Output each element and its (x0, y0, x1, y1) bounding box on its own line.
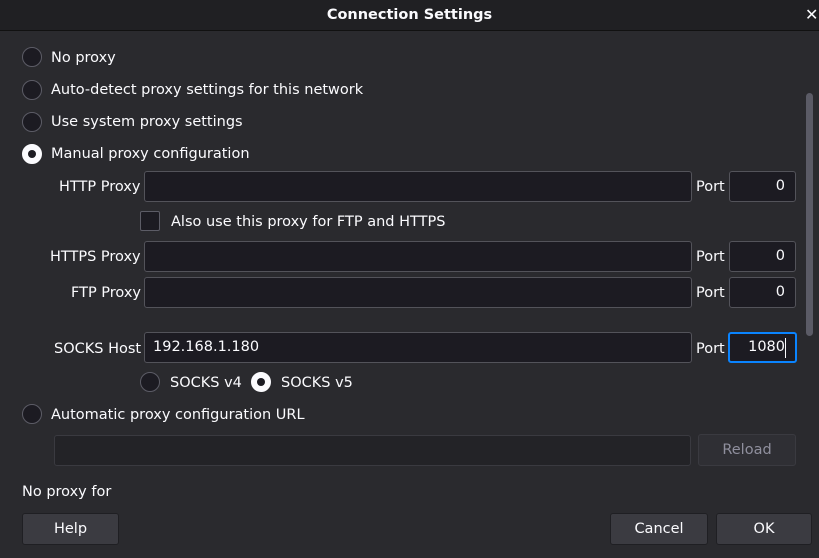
socks-host-input[interactable]: 192.168.1.180 (144, 332, 692, 363)
ftp-proxy-label: FTP Proxy (71, 285, 142, 301)
https-port-input[interactable]: 0 (729, 241, 796, 272)
socks-v5-label: SOCKS v5 (281, 375, 353, 391)
auto-url-input[interactable] (54, 435, 691, 466)
https-proxy-label: HTTPS Proxy (50, 249, 141, 265)
radio-manual-proxy[interactable] (22, 144, 42, 164)
http-proxy-input[interactable] (144, 171, 692, 202)
http-proxy-label: HTTP Proxy (59, 179, 141, 195)
socks-port-label: Port (696, 341, 725, 357)
auto-detect-label: Auto-detect proxy settings for this netw… (51, 82, 364, 98)
button-bar: Help Cancel OK (0, 506, 819, 558)
also-use-proxy-checkbox[interactable] (140, 211, 160, 231)
socks-host-label: SOCKS Host (54, 341, 142, 357)
radio-socks-v5[interactable] (251, 372, 271, 392)
radio-auto-url[interactable] (22, 404, 42, 424)
also-use-proxy-label: Also use this proxy for FTP and HTTPS (171, 214, 446, 230)
title-bar: Connection Settings ✕ (0, 0, 819, 31)
window-title: Connection Settings (326, 7, 493, 23)
socks-port-input[interactable]: 1080 (728, 332, 797, 363)
text-cursor (785, 338, 786, 358)
ftp-port-input[interactable]: 0 (729, 277, 796, 308)
ok-button[interactable]: OK (716, 513, 812, 545)
radio-socks-v4[interactable] (140, 372, 160, 392)
socks-v4-label: SOCKS v4 (170, 375, 242, 391)
ftp-proxy-input[interactable] (144, 277, 692, 308)
ftp-port-label: Port (696, 285, 725, 301)
manual-proxy-label: Manual proxy configuration (51, 146, 250, 162)
radio-auto-detect[interactable] (22, 80, 42, 100)
https-port-label: Port (696, 249, 725, 265)
no-proxy-for-label: No proxy for (22, 484, 112, 500)
reload-button[interactable]: Reload (698, 434, 796, 466)
radio-system-proxy[interactable] (22, 112, 42, 132)
close-icon[interactable]: ✕ (805, 4, 819, 26)
http-port-label: Port (696, 179, 725, 195)
cancel-button[interactable]: Cancel (610, 513, 708, 545)
radio-no-proxy[interactable] (22, 47, 42, 67)
help-button[interactable]: Help (22, 513, 119, 545)
no-proxy-label: No proxy (51, 50, 116, 66)
https-proxy-input[interactable] (144, 241, 692, 272)
scrollbar-thumb[interactable] (806, 93, 813, 336)
system-proxy-label: Use system proxy settings (51, 114, 243, 130)
http-port-input[interactable]: 0 (729, 171, 796, 202)
auto-url-label: Automatic proxy configuration URL (51, 407, 305, 423)
